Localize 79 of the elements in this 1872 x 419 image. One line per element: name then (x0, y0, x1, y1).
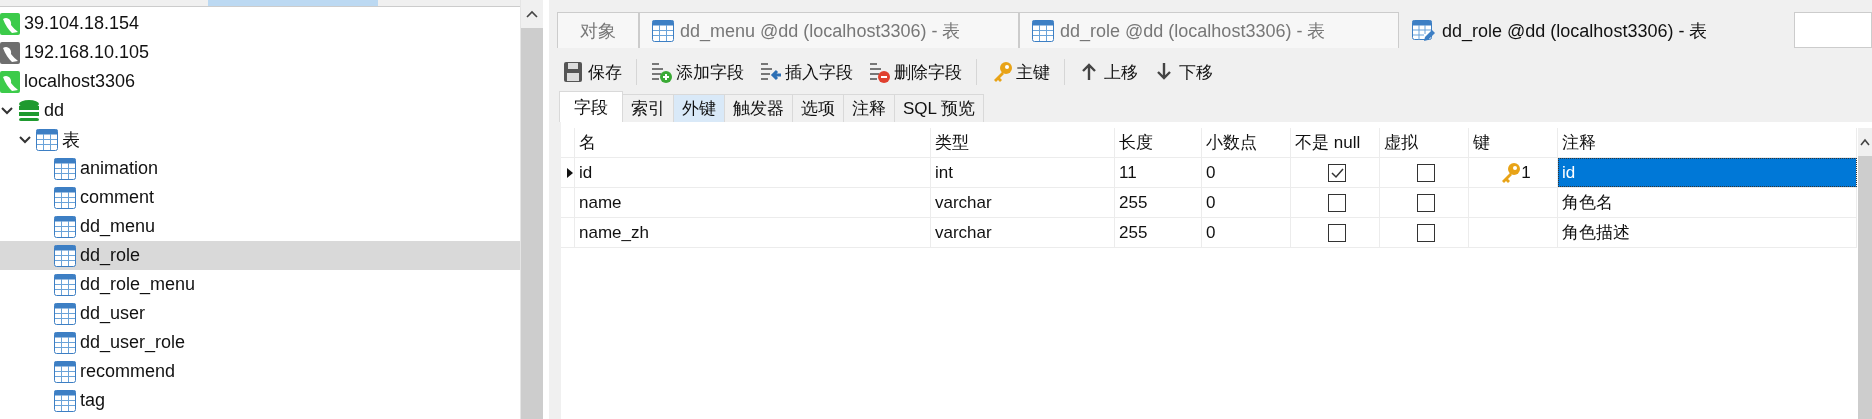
scrollbar[interactable] (520, 0, 543, 419)
tree-item[interactable]: dd_user (0, 299, 520, 328)
table-icon (1032, 19, 1054, 42)
checkbox[interactable] (1417, 193, 1435, 212)
tab[interactable]: dd_role @dd (localhost3306) - 表 (1019, 12, 1399, 48)
table-icon (54, 244, 76, 267)
table-cell: name (575, 188, 931, 217)
table-icon (652, 19, 674, 42)
toolbar-button[interactable]: 添加字段 (645, 58, 750, 86)
toolbar-button[interactable]: 主键 (985, 58, 1056, 86)
add-field-icon (651, 61, 673, 83)
table-cell: 0 (1202, 188, 1291, 217)
column-header[interactable]: 类型 (931, 128, 1115, 157)
table-cell: 255 (1115, 188, 1202, 217)
key-cell: 1 (1499, 161, 1531, 184)
tree-item[interactable]: dd_role_menu (0, 270, 520, 299)
checkbox[interactable] (1328, 163, 1346, 182)
tree-item[interactable]: tag (0, 386, 520, 415)
scrollbar[interactable] (1858, 128, 1872, 419)
insert-field-icon (760, 61, 782, 83)
table-icon (54, 302, 76, 325)
save-icon (563, 61, 585, 83)
tree-item[interactable]: localhost3306 (0, 67, 520, 96)
column-header[interactable]: 键 (1469, 128, 1558, 157)
column-header[interactable]: 虚拟 (1380, 128, 1469, 157)
column-header[interactable]: 长度 (1115, 128, 1202, 157)
selected-table-cell[interactable]: id (1558, 158, 1857, 187)
checkbox[interactable] (1417, 163, 1435, 182)
table-cell[interactable]: 角色名 (1558, 188, 1857, 217)
tree-item[interactable]: 192.168.10.105 (0, 38, 520, 67)
tree-item[interactable]: dd_menu (0, 212, 520, 241)
table-cell[interactable]: 角色描述 (1558, 218, 1857, 247)
table-cell: varchar (931, 188, 1115, 217)
table-icon (54, 331, 76, 354)
toolbar-button[interactable]: 插入字段 (754, 58, 859, 86)
delete-field-icon (869, 61, 891, 83)
table-icon (54, 360, 76, 383)
table-icon (54, 215, 76, 238)
table-edit-icon (1412, 19, 1436, 42)
table-cell: varchar (931, 218, 1115, 247)
checkbox[interactable] (1328, 223, 1346, 242)
table-cell: 11 (1115, 158, 1202, 187)
column-header[interactable]: 不是 null (1291, 128, 1380, 157)
toolbar-button[interactable]: 删除字段 (863, 58, 968, 86)
tree-item[interactable]: recommend (0, 357, 520, 386)
toolbar-button[interactable]: 保存 (557, 58, 628, 86)
tab[interactable]: 字段 (559, 91, 623, 122)
tree-item[interactable]: dd_user_role (0, 328, 520, 357)
database-icon (18, 99, 40, 122)
table-icon (54, 273, 76, 296)
tree-item[interactable]: dd (0, 96, 520, 125)
table-icon (54, 389, 76, 412)
table-cell: name_zh (575, 218, 931, 247)
toolbar-button[interactable]: 下移 (1148, 58, 1219, 86)
scroll-up-icon[interactable] (1859, 137, 1871, 147)
column-header[interactable]: 名 (575, 128, 931, 157)
column-header[interactable]: 小数点 (1202, 128, 1291, 157)
selected-tree-item[interactable]: dd_role (0, 241, 520, 270)
table-cell: 255 (1115, 218, 1202, 247)
tab[interactable]: 外键 (673, 94, 725, 122)
checkbox[interactable] (1328, 193, 1346, 212)
table-folder-icon (36, 128, 58, 151)
tab[interactable]: 对象 (557, 12, 639, 48)
tab[interactable]: dd_menu @dd (localhost3306) - 表 (639, 12, 1019, 48)
column-header[interactable]: 注释 (1558, 128, 1857, 157)
table-icon (54, 157, 76, 180)
table-cell: int (931, 158, 1115, 187)
tree-item[interactable]: animation (0, 154, 520, 183)
tree-item[interactable]: comment (0, 183, 520, 212)
table-icon (54, 186, 76, 209)
tab[interactable]: SQL 预览 (894, 94, 985, 122)
scroll-up-icon[interactable] (525, 9, 539, 19)
tree-item[interactable]: 表 (0, 125, 520, 154)
checkbox[interactable] (1417, 223, 1435, 242)
table-cell: 0 (1202, 218, 1291, 247)
tree-item[interactable]: 39.104.18.154 (0, 9, 520, 38)
table-cell: 0 (1202, 158, 1291, 187)
table-cell: id (575, 158, 931, 187)
toolbar-button[interactable]: 上移 (1073, 58, 1144, 86)
